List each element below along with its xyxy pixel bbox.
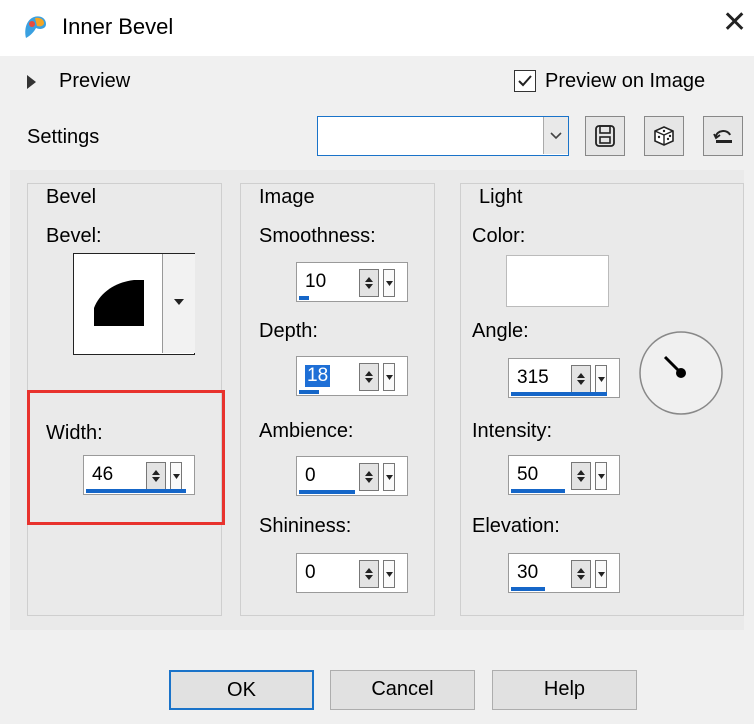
triangle-down-icon <box>598 572 605 577</box>
smoothness-spinner[interactable]: 10 <box>296 262 408 302</box>
shininess-dropdown-button[interactable] <box>383 560 395 588</box>
up-down-arrows-icon <box>365 568 373 580</box>
checkmark-icon <box>518 75 532 87</box>
smoothness-value: 10 <box>305 271 327 292</box>
elevation-spin-arrows[interactable] <box>571 560 591 588</box>
width-dropdown-button[interactable] <box>170 462 182 490</box>
reset-icon <box>713 130 732 143</box>
triangle-down-icon <box>386 281 393 286</box>
depth-label: Depth: <box>259 320 318 342</box>
width-slider-bar <box>86 489 186 493</box>
ok-button[interactable]: OK <box>169 670 314 710</box>
triangle-down-icon <box>386 475 393 480</box>
preview-on-image-checkbox[interactable] <box>514 70 536 92</box>
width-value: 46 <box>92 464 114 485</box>
reset-button[interactable] <box>703 116 743 156</box>
shininess-spin-arrows[interactable] <box>359 560 379 588</box>
triangle-down-icon <box>598 474 605 479</box>
depth-spin-arrows[interactable] <box>359 363 379 391</box>
intensity-value: 50 <box>517 464 539 485</box>
ambience-spin-arrows[interactable] <box>359 463 379 491</box>
up-down-arrows-icon <box>365 277 373 289</box>
shininess-value: 0 <box>305 562 316 583</box>
width-label: Width: <box>46 422 103 444</box>
angle-dropdown-button[interactable] <box>595 365 607 393</box>
up-down-arrows-icon <box>365 371 373 383</box>
save-preset-button[interactable] <box>585 116 625 156</box>
depth-dropdown-button[interactable] <box>383 363 395 391</box>
smoothness-spin-arrows[interactable] <box>359 269 379 297</box>
randomize-button[interactable] <box>644 116 684 156</box>
up-down-arrows-icon <box>152 470 160 482</box>
triangle-down-icon <box>386 572 393 577</box>
light-color-swatch[interactable] <box>506 255 609 307</box>
bevel-shape-icon <box>94 280 144 326</box>
ambience-value: 0 <box>305 465 316 486</box>
ambience-label: Ambience: <box>259 420 354 442</box>
intensity-label: Intensity: <box>472 420 553 442</box>
up-down-arrows-icon <box>365 471 373 483</box>
ambience-spinner[interactable]: 0 <box>296 456 408 496</box>
elevation-slider-bar <box>511 587 545 591</box>
light-group-title: Light <box>476 186 526 209</box>
bevel-group-title: Bevel <box>43 186 100 209</box>
bevel-shape-picker[interactable] <box>73 253 195 355</box>
smoothness-dropdown-button[interactable] <box>383 269 395 297</box>
up-down-arrows-icon <box>577 373 585 385</box>
shininess-spinner[interactable]: 0 <box>296 553 408 593</box>
angle-value: 315 <box>517 367 549 388</box>
bevel-shape-dropdown-button[interactable] <box>162 254 195 353</box>
save-icon <box>595 125 615 147</box>
smoothness-slider-bar <box>299 296 309 300</box>
triangle-down-icon <box>174 299 184 305</box>
up-down-arrows-icon <box>577 568 585 580</box>
ambience-slider-bar <box>299 490 355 494</box>
intensity-slider-bar <box>511 489 565 493</box>
triangle-down-icon <box>598 377 605 382</box>
width-spinner[interactable]: 46 <box>83 455 195 495</box>
angle-dial-icon <box>639 331 723 415</box>
settings-preset-dropdown[interactable] <box>317 116 569 156</box>
settings-label: Settings <box>27 126 100 148</box>
angle-dial[interactable] <box>638 330 724 416</box>
angle-slider-bar <box>511 392 607 396</box>
shininess-label: Shininess: <box>259 515 352 537</box>
close-icon[interactable]: ✕ <box>722 8 747 38</box>
chevron-down-icon <box>550 132 562 140</box>
elevation-dropdown-button[interactable] <box>595 560 607 588</box>
width-spin-arrows[interactable] <box>146 462 166 490</box>
preview-on-image-label: Preview on Image <box>545 70 706 92</box>
depth-spinner[interactable]: 18 <box>296 356 408 396</box>
intensity-spinner[interactable]: 50 <box>508 455 620 495</box>
angle-spin-arrows[interactable] <box>571 365 591 393</box>
expand-triangle-icon <box>27 75 36 89</box>
color-label: Color: <box>472 225 526 247</box>
dice-icon <box>654 126 674 146</box>
elevation-value: 30 <box>517 562 539 583</box>
cancel-button[interactable]: Cancel <box>330 670 475 710</box>
ambience-dropdown-button[interactable] <box>383 463 395 491</box>
image-group-title: Image <box>256 186 318 209</box>
intensity-dropdown-button[interactable] <box>595 462 607 490</box>
app-icon <box>20 12 50 42</box>
intensity-spin-arrows[interactable] <box>571 462 591 490</box>
window-title: Inner Bevel <box>62 14 174 39</box>
angle-spinner[interactable]: 315 <box>508 358 620 398</box>
bevel-label: Bevel: <box>46 225 102 247</box>
settings-dropdown-button[interactable] <box>543 117 568 154</box>
angle-label: Angle: <box>472 320 529 342</box>
elevation-label: Elevation: <box>472 515 560 537</box>
up-down-arrows-icon <box>577 470 585 482</box>
depth-value: 18 <box>305 365 331 387</box>
smoothness-label: Smoothness: <box>259 225 376 247</box>
help-button[interactable]: Help <box>492 670 637 710</box>
triangle-down-icon <box>173 474 180 479</box>
elevation-spinner[interactable]: 30 <box>508 553 620 593</box>
preview-label: Preview <box>59 70 131 92</box>
triangle-down-icon <box>386 375 393 380</box>
depth-slider-bar <box>299 390 319 394</box>
